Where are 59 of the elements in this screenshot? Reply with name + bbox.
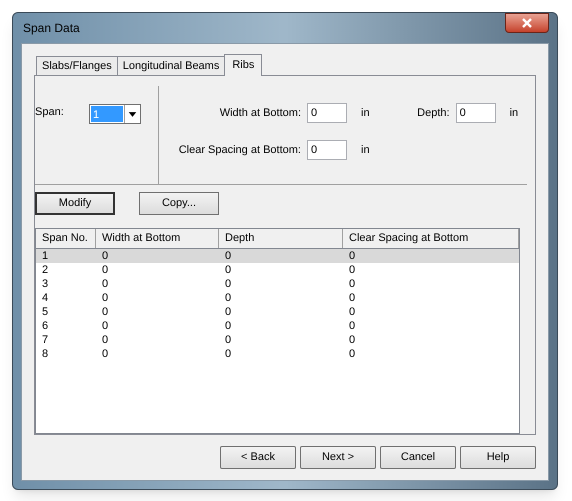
table-cell-text: 0 <box>348 333 356 348</box>
table-cell-text: 0 <box>224 305 232 320</box>
table-cell-text: 5 <box>41 305 50 320</box>
column-header[interactable]: Span No. <box>36 229 96 248</box>
table-cell-text: 0 <box>101 319 110 334</box>
dialog-button[interactable]: Cancel <box>380 446 456 469</box>
table-row[interactable]: 1 0 0 0 <box>36 249 519 264</box>
table-cell-text: 0 <box>101 305 110 320</box>
table-cell-text: 0 <box>224 249 232 264</box>
table-cell-text: 4 <box>41 291 50 306</box>
dialog-button[interactable]: Next > <box>300 446 376 469</box>
input-field[interactable]: 0 <box>307 140 347 160</box>
table-cell-text: 0 <box>101 249 110 264</box>
table-cell-text: 0 <box>101 263 110 278</box>
span-label: Span: <box>35 105 65 120</box>
table-cell-text: 0 <box>224 277 232 292</box>
unit-label: in <box>361 106 370 121</box>
table-cell-text: 6 <box>41 319 50 334</box>
input-field[interactable]: 0 <box>307 103 347 123</box>
unit-label: in <box>510 106 518 121</box>
unit-label: in <box>361 142 370 158</box>
field-label: Clear Spacing at Bottom: <box>178 142 301 158</box>
table-cell-text: 1 <box>41 249 50 264</box>
tab[interactable]: Longitudinal Beams <box>116 56 226 75</box>
tab[interactable]: Slabs/Flanges <box>36 56 118 75</box>
table-cell-text: 7 <box>41 333 50 348</box>
field-label: Width at Bottom: <box>218 106 301 121</box>
table-cell-text: 0 <box>224 263 232 278</box>
tab[interactable]: Ribs <box>224 54 262 76</box>
table-cell-text: 0 <box>224 291 232 306</box>
field-label: Depth: <box>416 106 450 121</box>
table-cell-text: 2 <box>41 263 50 278</box>
table-cell-text: 0 <box>348 291 356 306</box>
table-cell-text: 0 <box>348 319 356 334</box>
table-cell-text: 0 <box>348 277 356 292</box>
table-cell-text: 0 <box>348 305 356 320</box>
dialog-button[interactable]: Help <box>460 446 536 469</box>
window-title: Span Data <box>22 20 80 37</box>
close-button[interactable] <box>505 13 549 33</box>
table-cell-text: 0 <box>101 291 110 306</box>
column-header[interactable]: Depth <box>219 229 343 248</box>
table-cell-text: 0 <box>224 333 232 348</box>
table-cell-text: 0 <box>348 263 356 278</box>
table-cell-text: 0 <box>224 347 232 362</box>
action-button[interactable]: Modify <box>35 192 115 216</box>
input-field[interactable]: 0 <box>456 103 496 123</box>
close-icon <box>522 18 532 28</box>
column-header[interactable]: Width at Bottom <box>96 229 219 248</box>
table-cell-text: 0 <box>101 347 110 362</box>
table-cell-text: 0 <box>101 333 110 348</box>
table-cell-text: 8 <box>41 347 50 362</box>
table-cell-text: 0 <box>348 347 356 362</box>
table-cell-text: 3 <box>41 277 50 292</box>
action-button[interactable]: Copy... <box>139 192 219 216</box>
table-cell-text: 0 <box>224 319 232 334</box>
table-cell-text: 0 <box>348 249 356 264</box>
table-cell-text: 0 <box>101 277 110 292</box>
column-header[interactable]: Clear Spacing at Bottom <box>343 229 519 248</box>
dialog-button[interactable]: < Back <box>220 446 296 469</box>
